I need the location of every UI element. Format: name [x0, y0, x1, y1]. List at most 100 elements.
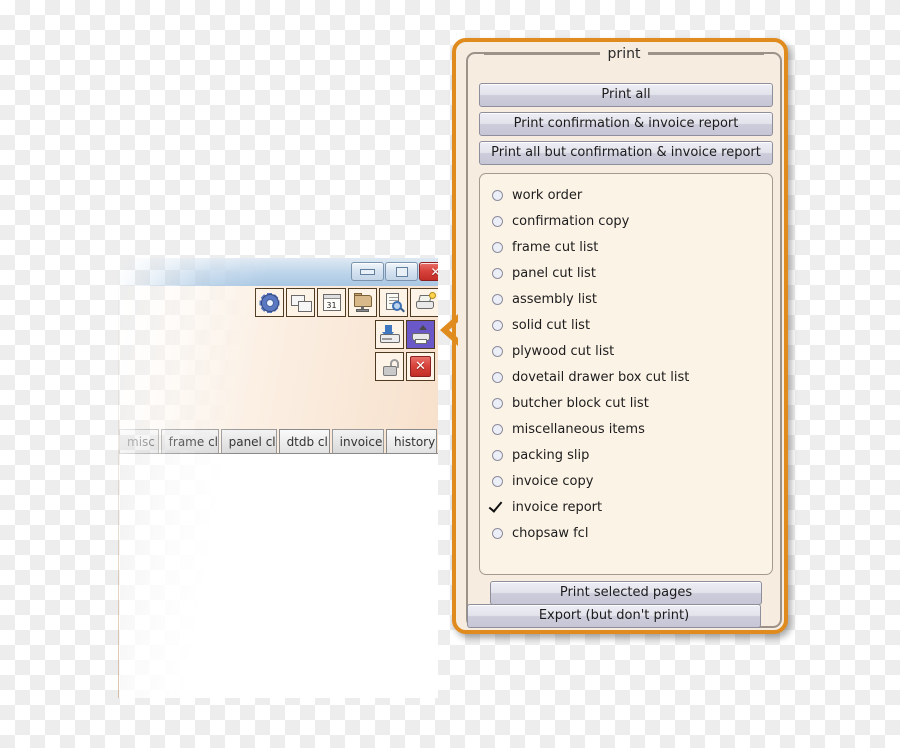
option-label: dovetail drawer box cut list	[512, 369, 690, 385]
legend-label: print	[599, 45, 649, 63]
maximize-icon	[386, 263, 417, 280]
document-magnifier-icon	[384, 292, 405, 313]
option-confirmation-copy[interactable]: confirmation copy	[480, 208, 772, 234]
calendar-icon: 31	[322, 293, 342, 313]
option-dovetail-drawer-box-cut-list[interactable]: dovetail drawer box cut list	[480, 364, 772, 390]
toolbar-bottom: ✕	[375, 352, 435, 381]
print-selected-pages-button[interactable]: Print selected pages	[490, 581, 762, 605]
toolbar-button-print[interactable]	[406, 320, 435, 349]
radio-icon[interactable]	[492, 319, 503, 331]
speech-bubbles-icon	[290, 293, 312, 313]
tab-misc[interactable]: misc	[119, 429, 159, 453]
toolbar-button-save[interactable]	[375, 320, 404, 349]
toolbar-button-files[interactable]	[348, 288, 377, 317]
toolbar-top: 31	[255, 288, 439, 317]
close-glyph: ✕	[430, 264, 441, 279]
print-confirmation-invoice-button[interactable]: Print confirmation & invoice report	[479, 112, 773, 136]
minimize-button[interactable]	[351, 262, 384, 281]
tab-invoice[interactable]: invoice	[331, 429, 384, 453]
minimize-icon	[352, 263, 383, 280]
radio-icon[interactable]	[492, 475, 503, 487]
save-to-disk-icon	[379, 324, 400, 345]
export-button[interactable]: Export (but don't print)	[467, 604, 761, 628]
radio-icon[interactable]	[492, 215, 503, 227]
tab-strip: misc frame cl panel cl dtdb cl invoice h…	[119, 427, 439, 453]
option-label: chopsaw fcl	[512, 525, 589, 541]
radio-icon[interactable]	[492, 293, 503, 305]
option-chopsaw-fcl[interactable]: chopsaw fcl	[480, 520, 772, 546]
option-solid-cut-list[interactable]: solid cut list	[480, 312, 772, 338]
radio-icon[interactable]	[492, 241, 503, 253]
maximize-button[interactable]	[385, 262, 418, 281]
option-assembly-list[interactable]: assembly list	[480, 286, 772, 312]
red-x-icon: ✕	[410, 356, 431, 377]
folder-network-icon	[353, 292, 373, 313]
toolbar-button-close-record[interactable]: ✕	[406, 352, 435, 381]
status-badge-icon	[428, 291, 436, 299]
legend-rule-right	[648, 53, 764, 55]
window-close-button[interactable]: ✕	[419, 262, 452, 281]
option-label: solid cut list	[512, 317, 591, 333]
printer-icon	[411, 324, 431, 345]
tab-label: panel cl	[228, 435, 276, 449]
tab-label: dtdb cl	[286, 435, 328, 449]
radio-icon[interactable]	[492, 345, 503, 357]
application-window: ✕ 31 ✕ misc frame cl panel cl dtdb cl in…	[118, 258, 452, 699]
toolbar-button-calendar[interactable]: 31	[317, 288, 346, 317]
option-label: frame cut list	[512, 239, 599, 255]
option-label: butcher block cut list	[512, 395, 649, 411]
window-body: 31 ✕ misc frame cl panel cl dtdb cl invo…	[118, 286, 440, 699]
option-invoice-copy[interactable]: invoice copy	[480, 468, 772, 494]
tab-label: frame cl	[168, 435, 219, 449]
print-legend: print	[468, 45, 780, 63]
radio-icon[interactable]	[492, 527, 503, 539]
option-packing-slip[interactable]: packing slip	[480, 442, 772, 468]
tab-history[interactable]: history	[385, 429, 437, 453]
toolbar-button-notes[interactable]	[286, 288, 315, 317]
print-all-button[interactable]: Print all	[479, 83, 773, 107]
option-butcher-block-cut-list[interactable]: butcher block cut list	[480, 390, 772, 416]
radio-icon[interactable]	[492, 449, 503, 461]
option-miscellaneous-items[interactable]: miscellaneous items	[480, 416, 772, 442]
radio-icon[interactable]	[492, 267, 503, 279]
toolbar-button-unlock[interactable]	[375, 352, 404, 381]
option-label: packing slip	[512, 447, 590, 463]
close-icon: ✕	[420, 263, 451, 280]
tab-label: invoice	[339, 435, 383, 449]
option-frame-cut-list[interactable]: frame cut list	[480, 234, 772, 260]
callout-arrow-icon	[434, 312, 460, 348]
print-options-list: work order confirmation copy frame cut l…	[479, 173, 773, 575]
print-fieldset: print Print all Print confirmation & inv…	[466, 45, 782, 628]
tab-panel-cl[interactable]: panel cl	[220, 429, 277, 453]
toolbar-middle	[375, 320, 435, 349]
radio-icon[interactable]	[492, 371, 503, 383]
checkmark-icon[interactable]	[492, 502, 503, 513]
option-invoice-report[interactable]: invoice report	[480, 494, 772, 520]
radio-icon[interactable]	[492, 423, 503, 435]
tab-dtdb-cl[interactable]: dtdb cl	[278, 429, 330, 453]
calendar-day: 31	[326, 300, 337, 310]
option-plywood-cut-list[interactable]: plywood cut list	[480, 338, 772, 364]
option-label: work order	[512, 187, 583, 203]
option-label: plywood cut list	[512, 343, 615, 359]
option-work-order[interactable]: work order	[480, 182, 772, 208]
tab-frame-cl[interactable]: frame cl	[160, 429, 219, 453]
content-area	[119, 453, 439, 699]
option-label: miscellaneous items	[512, 421, 645, 437]
toolbar-button-preview[interactable]	[379, 288, 408, 317]
option-label: invoice report	[512, 499, 603, 515]
print-all-but-button[interactable]: Print all but confirmation & invoice rep…	[479, 141, 773, 165]
radio-icon[interactable]	[492, 397, 503, 409]
tab-label: misc	[127, 435, 155, 449]
toolbar-button-settings[interactable]	[255, 288, 284, 317]
open-padlock-icon	[380, 357, 400, 377]
gear-icon	[259, 292, 280, 313]
radio-icon[interactable]	[492, 189, 503, 201]
tab-label: history	[393, 435, 436, 449]
print-panel: print Print all Print confirmation & inv…	[452, 38, 788, 634]
printer-badge-icon	[415, 291, 436, 313]
option-panel-cut-list[interactable]: panel cut list	[480, 260, 772, 286]
option-label: assembly list	[512, 291, 597, 307]
option-label: invoice copy	[512, 473, 594, 489]
legend-rule-left	[484, 53, 600, 55]
